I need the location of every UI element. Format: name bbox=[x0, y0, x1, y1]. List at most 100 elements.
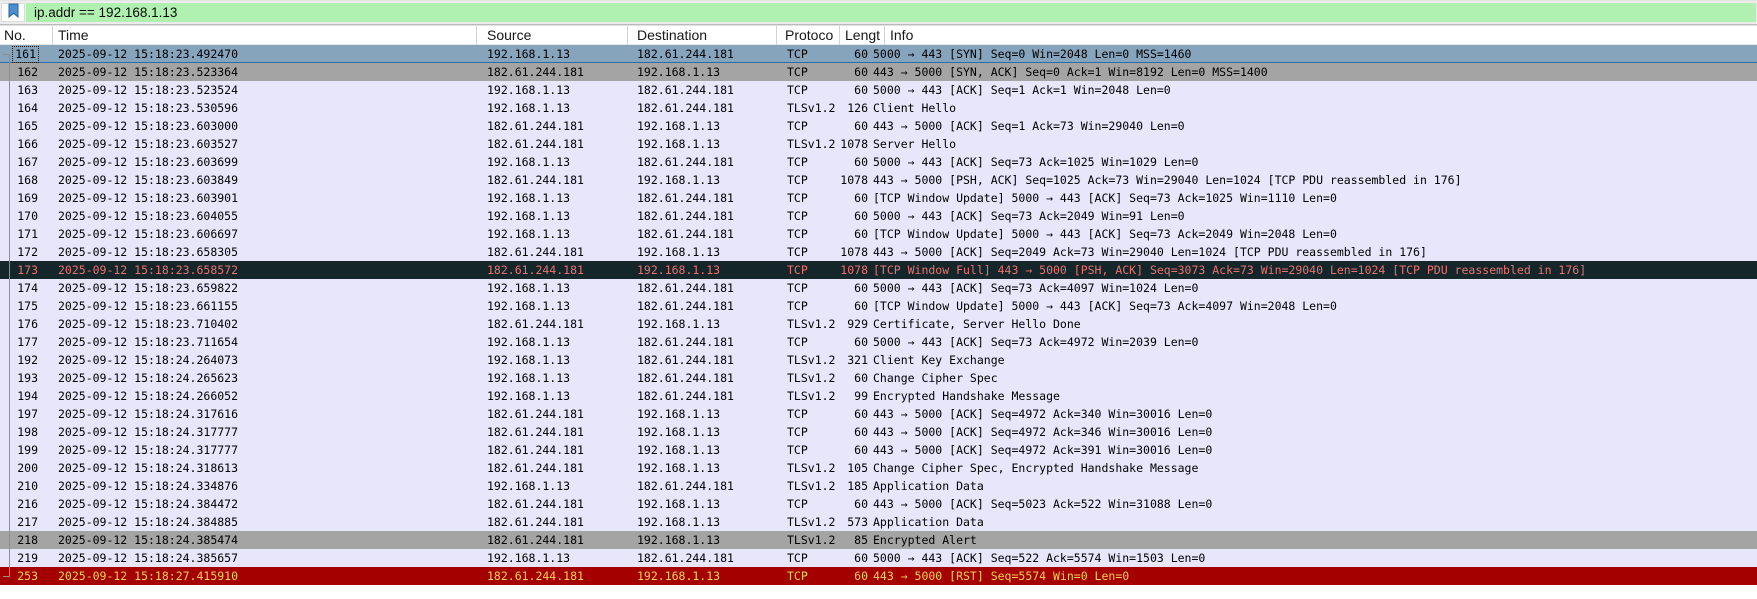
packet-time: 2025-09-12 15:18:27.415910 bbox=[53, 567, 477, 585]
packet-row[interactable]: 1732025-09-12 15:18:23.658572182.61.244.… bbox=[0, 261, 1757, 279]
packet-row[interactable]: 1692025-09-12 15:18:23.603901192.168.1.1… bbox=[0, 189, 1757, 207]
packet-info: 443 → 5000 [ACK] Seq=4972 Ack=391 Win=30… bbox=[870, 441, 1757, 459]
packet-row[interactable]: 1662025-09-12 15:18:23.603527182.61.244.… bbox=[0, 135, 1757, 153]
packet-source: 182.61.244.181 bbox=[477, 171, 628, 189]
packet-row[interactable]: 1972025-09-12 15:18:24.317616182.61.244.… bbox=[0, 405, 1757, 423]
packet-time: 2025-09-12 15:18:23.711654 bbox=[53, 333, 477, 351]
packet-info: Encrypted Handshake Message bbox=[870, 387, 1757, 405]
filter-bookmark-button[interactable] bbox=[1, 3, 25, 22]
packet-row[interactable]: 1622025-09-12 15:18:23.523364182.61.244.… bbox=[0, 63, 1757, 81]
packet-row[interactable]: 2532025-09-12 15:18:27.415910182.61.244.… bbox=[0, 567, 1757, 585]
packet-source: 192.168.1.13 bbox=[477, 99, 628, 117]
packet-row[interactable]: 1682025-09-12 15:18:23.603849182.61.244.… bbox=[0, 171, 1757, 189]
packet-source: 192.168.1.13 bbox=[477, 153, 628, 171]
packet-protocol: TLSv1.2 bbox=[777, 351, 840, 369]
packet-destination: 182.61.244.181 bbox=[628, 297, 777, 315]
packet-source: 182.61.244.181 bbox=[477, 495, 628, 513]
column-header-no[interactable]: No. bbox=[0, 26, 53, 45]
packet-destination: 192.168.1.13 bbox=[628, 423, 777, 441]
packet-info: Encrypted Alert bbox=[870, 531, 1757, 549]
packet-time: 2025-09-12 15:18:24.266052 bbox=[53, 387, 477, 405]
packet-source: 192.168.1.13 bbox=[477, 333, 628, 351]
packet-time: 2025-09-12 15:18:23.603699 bbox=[53, 153, 477, 171]
packet-protocol: TCP bbox=[777, 81, 840, 99]
column-header-length[interactable]: Lengt bbox=[840, 26, 885, 45]
packet-destination: 182.61.244.181 bbox=[628, 477, 777, 495]
packet-length: 60 bbox=[840, 441, 870, 459]
packet-info: 443 → 5000 [PSH, ACK] Seq=1025 Ack=73 Wi… bbox=[870, 171, 1757, 189]
packet-time: 2025-09-12 15:18:24.265623 bbox=[53, 369, 477, 387]
column-header-source[interactable]: Source bbox=[477, 26, 628, 45]
column-header-time[interactable]: Time bbox=[53, 26, 477, 45]
display-filter-bar: ip.addr == 192.168.1.13 bbox=[0, 1, 1757, 24]
column-header-info[interactable]: Info bbox=[885, 26, 1757, 45]
packet-protocol: TCP bbox=[777, 207, 840, 225]
column-header-destination[interactable]: Destination bbox=[628, 26, 777, 45]
packet-number: 197 bbox=[0, 405, 53, 423]
related-packets-last-mark bbox=[3, 576, 9, 577]
packet-length: 85 bbox=[840, 531, 870, 549]
packet-protocol: TCP bbox=[777, 45, 840, 63]
packet-protocol: TLSv1.2 bbox=[777, 387, 840, 405]
packet-number: 200 bbox=[0, 459, 53, 477]
packet-number: 162 bbox=[0, 63, 53, 81]
packet-row[interactable]: 1942025-09-12 15:18:24.266052192.168.1.1… bbox=[0, 387, 1757, 405]
packet-source: 182.61.244.181 bbox=[477, 423, 628, 441]
packet-info: Client Key Exchange bbox=[870, 351, 1757, 369]
packet-row[interactable]: 1742025-09-12 15:18:23.659822192.168.1.1… bbox=[0, 279, 1757, 297]
packet-time: 2025-09-12 15:18:24.385657 bbox=[53, 549, 477, 567]
packet-source: 182.61.244.181 bbox=[477, 531, 628, 549]
packet-protocol: TCP bbox=[777, 261, 840, 279]
packet-time: 2025-09-12 15:18:23.658305 bbox=[53, 243, 477, 261]
packet-time: 2025-09-12 15:18:24.317777 bbox=[53, 423, 477, 441]
packet-row[interactable]: 1642025-09-12 15:18:23.530596192.168.1.1… bbox=[0, 99, 1757, 117]
packet-protocol: TCP bbox=[777, 189, 840, 207]
packet-length: 1078 bbox=[840, 135, 870, 153]
packet-time: 2025-09-12 15:18:23.606697 bbox=[53, 225, 477, 243]
packet-row[interactable]: 1612025-09-12 15:18:23.492470192.168.1.1… bbox=[0, 45, 1757, 63]
packet-destination: 182.61.244.181 bbox=[628, 549, 777, 567]
packet-row[interactable]: 2192025-09-12 15:18:24.385657192.168.1.1… bbox=[0, 549, 1757, 567]
packet-destination: 182.61.244.181 bbox=[628, 189, 777, 207]
packet-row[interactable]: 1982025-09-12 15:18:24.317777182.61.244.… bbox=[0, 423, 1757, 441]
packet-row[interactable]: 1712025-09-12 15:18:23.606697192.168.1.1… bbox=[0, 225, 1757, 243]
packet-length: 60 bbox=[840, 549, 870, 567]
packet-number: 217 bbox=[0, 513, 53, 531]
packet-row[interactable]: 1702025-09-12 15:18:23.604055192.168.1.1… bbox=[0, 207, 1757, 225]
packet-row[interactable]: 2002025-09-12 15:18:24.318613182.61.244.… bbox=[0, 459, 1757, 477]
packet-protocol: TCP bbox=[777, 333, 840, 351]
packet-row[interactable]: 2172025-09-12 15:18:24.384885182.61.244.… bbox=[0, 513, 1757, 531]
packet-time: 2025-09-12 15:18:23.492470 bbox=[53, 45, 477, 63]
packet-row[interactable]: 2162025-09-12 15:18:24.384472182.61.244.… bbox=[0, 495, 1757, 513]
packet-row[interactable]: 1922025-09-12 15:18:24.264073192.168.1.1… bbox=[0, 351, 1757, 369]
packet-row[interactable]: 1992025-09-12 15:18:24.317777182.61.244.… bbox=[0, 441, 1757, 459]
packet-list[interactable]: 1612025-09-12 15:18:23.492470192.168.1.1… bbox=[0, 45, 1757, 585]
packet-info: 443 → 5000 [ACK] Seq=5023 Ack=522 Win=31… bbox=[870, 495, 1757, 513]
packet-source: 192.168.1.13 bbox=[477, 297, 628, 315]
packet-destination: 192.168.1.13 bbox=[628, 261, 777, 279]
packet-destination: 182.61.244.181 bbox=[628, 333, 777, 351]
packet-destination: 192.168.1.13 bbox=[628, 243, 777, 261]
packet-length: 60 bbox=[840, 423, 870, 441]
packet-row[interactable]: 1772025-09-12 15:18:23.711654192.168.1.1… bbox=[0, 333, 1757, 351]
packet-protocol: TLSv1.2 bbox=[777, 531, 840, 549]
packet-row[interactable]: 1752025-09-12 15:18:23.661155192.168.1.1… bbox=[0, 297, 1757, 315]
packet-row[interactable]: 2182025-09-12 15:18:24.385474182.61.244.… bbox=[0, 531, 1757, 549]
packet-protocol: TLSv1.2 bbox=[777, 369, 840, 387]
packet-source: 182.61.244.181 bbox=[477, 261, 628, 279]
display-filter-input[interactable]: ip.addr == 192.168.1.13 bbox=[26, 3, 1756, 22]
packet-row[interactable]: 1672025-09-12 15:18:23.603699192.168.1.1… bbox=[0, 153, 1757, 171]
packet-destination: 192.168.1.13 bbox=[628, 135, 777, 153]
packet-row[interactable]: 1632025-09-12 15:18:23.523524192.168.1.1… bbox=[0, 81, 1757, 99]
packet-row[interactable]: 1762025-09-12 15:18:23.710402182.61.244.… bbox=[0, 315, 1757, 333]
packet-info: 5000 → 443 [SYN] Seq=0 Win=2048 Len=0 MS… bbox=[870, 45, 1757, 63]
column-header-protocol[interactable]: Protoco bbox=[777, 26, 840, 45]
packet-length: 60 bbox=[840, 369, 870, 387]
packet-row[interactable]: 1652025-09-12 15:18:23.603000182.61.244.… bbox=[0, 117, 1757, 135]
packet-number: 170 bbox=[0, 207, 53, 225]
packet-row[interactable]: 2102025-09-12 15:18:24.334876192.168.1.1… bbox=[0, 477, 1757, 495]
packet-list-header: No. Time Source Destination Protoco Leng… bbox=[0, 26, 1757, 45]
packet-row[interactable]: 1722025-09-12 15:18:23.658305182.61.244.… bbox=[0, 243, 1757, 261]
packet-row[interactable]: 1932025-09-12 15:18:24.265623192.168.1.1… bbox=[0, 369, 1757, 387]
packet-number: 166 bbox=[0, 135, 53, 153]
